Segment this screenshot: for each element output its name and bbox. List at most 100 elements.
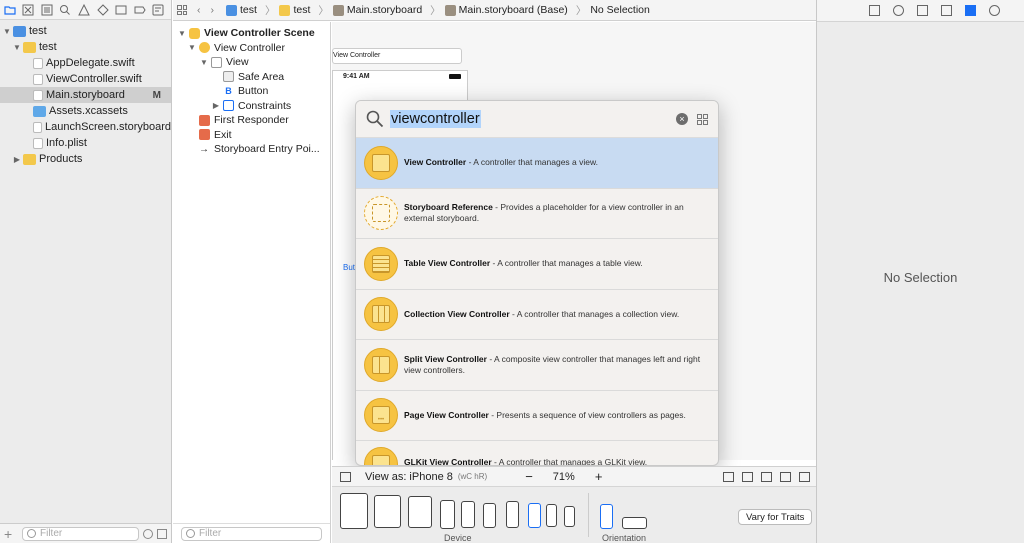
attributes-inspector-icon[interactable] — [941, 5, 952, 16]
find-navigator-icon[interactable] — [58, 3, 74, 17]
back-arrow-icon[interactable]: ‹ — [197, 4, 201, 16]
orientation-portrait-icon[interactable] — [600, 504, 613, 529]
outline-button[interactable]: B Button — [173, 84, 330, 99]
tree-item-launchscreen[interactable]: LaunchScreen.storyboard — [0, 119, 171, 135]
library-item-glkit-view-controller[interactable]: GLKit View Controller - A controller tha… — [356, 441, 718, 465]
add-file-button[interactable]: + — [4, 526, 18, 542]
outline-first-responder[interactable]: First Responder — [173, 113, 330, 128]
disclosure-collapsed-icon[interactable]: ▶ — [12, 155, 22, 164]
size-inspector-icon[interactable] — [965, 5, 976, 16]
device-ipad-pro-10-icon[interactable] — [374, 495, 401, 528]
tree-item-info-plist[interactable]: Info.plist — [0, 135, 171, 151]
outline-label: View — [226, 56, 249, 69]
pin-constraints-icon[interactable] — [780, 471, 791, 482]
library-item-desc: - A controller that manages a view. — [466, 157, 599, 168]
recent-files-icon[interactable] — [143, 528, 153, 539]
source-control-icon[interactable] — [21, 3, 37, 17]
storyboard-reference-icon — [364, 196, 398, 231]
device-iphone-4s-icon[interactable] — [564, 506, 575, 527]
library-item-split-view-controller[interactable]: Split View Controller - A composite view… — [356, 340, 718, 391]
align-icon[interactable] — [761, 471, 772, 482]
debug-navigator-icon[interactable] — [113, 3, 129, 17]
tree-item-assets[interactable]: Assets.xcassets — [0, 103, 171, 119]
disclosure-expanded-icon[interactable]: ▼ — [187, 43, 197, 52]
jumpbar-project[interactable]: test — [226, 4, 257, 16]
clear-search-button[interactable]: × — [676, 113, 688, 125]
zoom-out-button[interactable]: − — [525, 469, 533, 484]
forward-arrow-icon[interactable]: › — [211, 4, 215, 16]
outline-view[interactable]: ▼ View — [173, 55, 330, 70]
outline-entry-point[interactable]: → Storyboard Entry Poi... — [173, 142, 330, 157]
identity-inspector-icon[interactable] — [917, 5, 928, 16]
no-selection-label: No Selection — [883, 270, 958, 285]
library-item-table-view-controller[interactable]: Table View Controller - A controller tha… — [356, 239, 718, 290]
tree-item-project[interactable]: ▼ test — [0, 23, 171, 39]
report-navigator-icon[interactable] — [151, 3, 167, 17]
vary-for-traits-button[interactable]: Vary for Traits — [738, 509, 813, 525]
tree-item-label: test — [29, 25, 47, 37]
symbol-navigator-icon[interactable] — [39, 3, 55, 17]
scene-title-bar[interactable]: View Controller — [332, 48, 462, 64]
disclosure-expanded-icon[interactable]: ▼ — [12, 43, 22, 52]
device-iphone-7-plus-icon[interactable] — [483, 503, 496, 528]
orientation-label: Orientation — [602, 533, 647, 543]
disclosure-collapsed-icon[interactable]: ▶ — [211, 101, 221, 110]
library-item-collection-view-controller[interactable]: Collection View Controller - A controlle… — [356, 290, 718, 340]
update-frames-icon[interactable] — [742, 471, 753, 482]
library-item-view-controller[interactable]: View Controller - A controller that mana… — [356, 138, 718, 189]
library-item-storyboard-reference[interactable]: Storyboard Reference - Provides a placeh… — [356, 189, 718, 239]
tree-item-main-storyboard[interactable]: Main.storyboard M — [0, 87, 171, 103]
folder-navigator-icon[interactable] — [2, 3, 18, 17]
filter-placeholder: Filter — [40, 528, 63, 539]
zoom-in-button[interactable]: + — [595, 469, 603, 484]
project-icon — [226, 4, 237, 16]
storyboard-icon — [33, 121, 43, 133]
storyboard-icon — [444, 4, 456, 16]
device-iphone-8-plus-icon[interactable] — [461, 501, 475, 528]
test-navigator-icon[interactable] — [95, 3, 111, 17]
outline-label: Exit — [214, 128, 232, 141]
outline-exit[interactable]: Exit — [173, 128, 330, 143]
inspector-panel: No Selection — [816, 0, 1024, 543]
tree-item-products[interactable]: ▶ Products — [0, 151, 171, 167]
toggle-outline-icon[interactable] — [340, 471, 351, 482]
disclosure-expanded-icon[interactable]: ▼ — [177, 29, 187, 38]
device-iphone-xs-icon[interactable] — [506, 501, 519, 528]
orientation-landscape-icon[interactable] — [622, 517, 647, 529]
jumpbar-selection[interactable]: No Selection — [590, 4, 650, 16]
jumpbar-group[interactable]: test — [279, 4, 310, 16]
safe-area-icon — [223, 71, 234, 83]
resolve-issues-icon[interactable] — [799, 471, 810, 482]
tree-item-viewcontroller[interactable]: ViewController.swift — [0, 71, 171, 87]
outline-constraints[interactable]: ▶ Constraints — [173, 99, 330, 114]
library-search-input[interactable]: viewcontroller — [390, 110, 481, 128]
outline-safe-area[interactable]: Safe Area — [173, 70, 330, 85]
navigator-filter-input[interactable]: Filter — [22, 526, 139, 541]
modified-files-icon[interactable] — [157, 528, 167, 539]
device-iphone-x-icon[interactable] — [440, 500, 455, 529]
connections-inspector-icon[interactable] — [989, 5, 1000, 16]
quick-help-icon[interactable] — [893, 5, 904, 16]
device-iphone-8-icon[interactable] — [528, 503, 541, 528]
outline-view-controller[interactable]: ▼ View Controller — [173, 41, 330, 56]
view-as-label[interactable]: View as: iPhone 8 — [365, 471, 453, 483]
device-ipad-icon[interactable] — [408, 496, 432, 528]
device-ipad-pro-12-icon[interactable] — [340, 493, 368, 529]
jumpbar-file[interactable]: Main.storyboard — [332, 4, 422, 16]
disclosure-expanded-icon[interactable]: ▼ — [2, 27, 12, 36]
device-iphone-se-icon[interactable] — [546, 504, 557, 527]
related-items-icon[interactable] — [177, 5, 187, 15]
library-item-text: Table View Controller - A controller tha… — [404, 258, 643, 269]
tree-item-group-test[interactable]: ▼ test — [0, 39, 171, 55]
tree-item-appdelegate[interactable]: AppDelegate.swift — [0, 55, 171, 71]
issue-navigator-icon[interactable] — [76, 3, 92, 17]
breakpoint-navigator-icon[interactable] — [132, 3, 148, 17]
library-item-page-view-controller[interactable]: ••• Page View Controller - Presents a se… — [356, 391, 718, 441]
grid-view-toggle-icon[interactable] — [697, 113, 708, 125]
outline-filter-input[interactable]: Filter — [181, 526, 322, 541]
outline-scene[interactable]: ▼ View Controller Scene — [173, 26, 330, 41]
embed-in-icon[interactable] — [723, 471, 734, 482]
disclosure-expanded-icon[interactable]: ▼ — [199, 58, 209, 67]
file-inspector-icon[interactable] — [869, 5, 880, 16]
jumpbar-localization[interactable]: Main.storyboard (Base) — [444, 4, 568, 16]
